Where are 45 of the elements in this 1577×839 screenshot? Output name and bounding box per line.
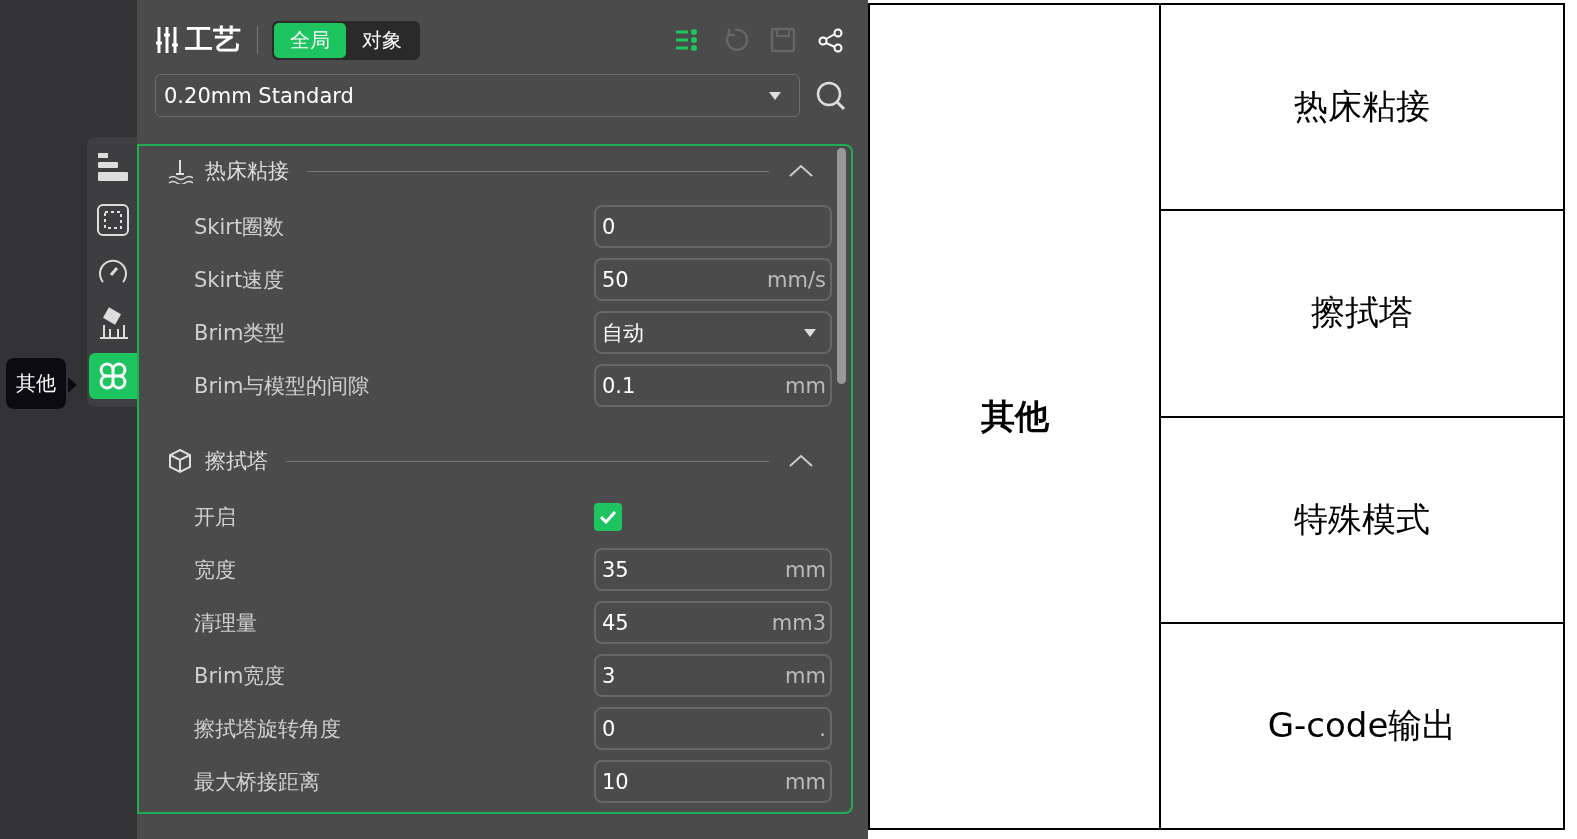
table-cell: 其他 [869,4,1160,829]
input-field[interactable]: 50 mm/s [594,258,832,301]
preset-dropdown[interactable]: 0.20mm Standard [155,74,800,117]
share-icon[interactable] [818,27,844,53]
input-field[interactable]: 3 mm [594,654,832,697]
caret-icon [769,91,781,100]
scope-tab[interactable]: 对象 [346,22,418,58]
setting-label: Brim宽度 [194,662,287,690]
select-field[interactable]: 自动 [594,311,832,354]
setting-label: 宽度 [194,556,237,584]
input-field[interactable]: 45 mm3 [594,601,832,644]
collapse-button[interactable] [787,162,815,180]
setting-label: Brim与模型的间隙 [194,372,371,400]
table-cell: 特殊模式 [1160,416,1564,623]
check-icon [599,509,617,524]
input-field[interactable]: 10 mm [594,760,832,803]
sliders-icon [155,25,179,55]
table-cell: 擦拭塔 [1160,210,1564,417]
checkbox[interactable] [594,502,622,531]
caret-icon [804,328,816,337]
list-icon[interactable] [674,27,700,53]
frame-icon [96,203,130,237]
setting-label: Skirt速度 [194,266,286,294]
tooltip-pointer [68,377,77,393]
scrollbar[interactable] [837,148,846,384]
section-title: 热床粘接 [205,158,289,185]
panel-title: 工艺 [185,22,241,58]
input-field[interactable]: 35 mm [594,548,832,591]
input-field[interactable]: 0 . [594,707,832,750]
table-cell: 热床粘接 [1160,4,1564,211]
input-field[interactable]: 0.1 mm [594,364,832,407]
setting-label: 清理量 [194,609,258,637]
setting-label: 开启 [194,503,237,531]
section-title: 擦拭塔 [205,448,268,475]
setting-label: Brim类型 [194,319,287,347]
collapse-button[interactable] [787,452,815,470]
setting-label: Skirt圈数 [194,213,286,241]
cube-icon [167,448,193,474]
setting-label: 擦拭塔旋转角度 [194,715,342,743]
input-field[interactable]: 0 [594,205,832,248]
tooltip: 其他 [6,358,66,409]
setting-label: 最大桥接距离 [194,768,321,796]
search-icon[interactable] [816,80,846,111]
heatbed-icon [167,158,193,184]
table-cell: G-code输出 [1160,622,1564,829]
